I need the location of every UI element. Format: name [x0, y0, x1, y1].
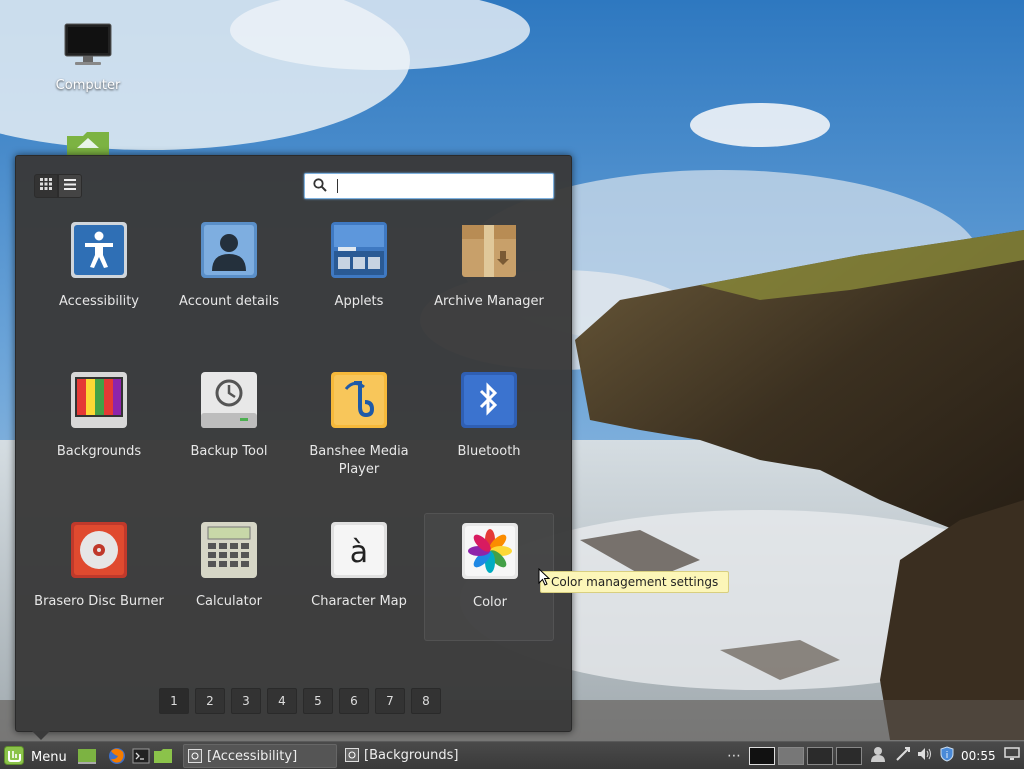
page-button-5[interactable]: 5: [303, 688, 333, 714]
app-label: Accessibility: [59, 294, 139, 309]
app-calculator[interactable]: Calculator: [164, 513, 294, 641]
color-icon: [461, 522, 519, 580]
app-applets[interactable]: Applets: [294, 213, 424, 341]
search-input[interactable]: [335, 176, 549, 196]
mint-logo-icon: [4, 746, 24, 769]
brasero-icon: [70, 521, 128, 579]
menu-label: Menu: [31, 750, 67, 765]
terminal-icon: [132, 748, 150, 769]
taskbar: Menu [Accessibility] [Backgrounds] ⋯ i 0…: [0, 741, 1024, 769]
app-label: Bluetooth: [457, 444, 521, 459]
text-caret: [337, 179, 338, 193]
app-banshee[interactable]: Banshee Media Player: [294, 363, 424, 491]
page-button-1[interactable]: 1: [159, 688, 189, 714]
application-menu: Accessibility Account details Applets Ar…: [15, 155, 572, 740]
workspace-4[interactable]: [836, 746, 862, 765]
launcher-show-desktop[interactable]: [77, 747, 96, 765]
list-view-button[interactable]: [58, 174, 82, 198]
svg-text:à: à: [350, 535, 368, 570]
app-accessibility[interactable]: Accessibility: [34, 213, 164, 341]
task-label: [Backgrounds]: [364, 747, 459, 763]
system-tray: ⋯ i 00:55: [727, 742, 1020, 769]
desktop-icon-computer[interactable]: Computer: [38, 22, 138, 93]
page-button-4[interactable]: 4: [267, 688, 297, 714]
app-label: Applets: [334, 294, 384, 309]
applets-icon: [330, 221, 388, 279]
update-shield-icon[interactable]: i: [939, 745, 955, 766]
workspace-1[interactable]: [749, 746, 775, 765]
app-backup-tool[interactable]: Backup Tool: [164, 363, 294, 491]
settings-window-icon: [188, 749, 202, 763]
task-accessibility[interactable]: [Accessibility]: [183, 744, 337, 768]
clock[interactable]: 00:55: [961, 749, 996, 763]
app-label: Archive Manager: [434, 294, 544, 309]
desktop-icon-label: Computer: [55, 78, 121, 93]
menu-button[interactable]: Menu: [4, 746, 67, 769]
app-account-details[interactable]: Account details: [164, 213, 294, 341]
computer-icon: [38, 22, 138, 72]
app-color[interactable]: Color: [424, 513, 554, 641]
app-brasero[interactable]: Brasero Disc Burner: [34, 513, 164, 641]
app-grid: Accessibility Account details Applets Ar…: [34, 213, 554, 653]
mouse-cursor-icon: [538, 567, 551, 590]
volume-icon[interactable]: [917, 746, 933, 766]
launcher-files[interactable]: [153, 747, 172, 765]
app-label: Banshee Media Player: [309, 444, 409, 477]
app-label: Brasero Disc Burner: [34, 594, 164, 609]
tooltip: Color management settings: [540, 571, 730, 593]
backup-icon: [200, 371, 258, 429]
app-archive-manager[interactable]: Archive Manager: [424, 213, 554, 341]
accessibility-icon: [70, 221, 128, 279]
firefox-icon: [108, 748, 126, 769]
calculator-icon: [200, 521, 258, 579]
task-backgrounds[interactable]: [Backgrounds]: [341, 744, 495, 766]
launcher-terminal[interactable]: [132, 747, 150, 765]
grid-icon: [40, 178, 52, 194]
page-navigation: 1 2 3 4 5 6 7 8: [159, 688, 447, 714]
app-label: Backgrounds: [56, 444, 142, 459]
app-label: Color: [473, 595, 507, 610]
settings-window-icon: [345, 748, 359, 762]
archive-icon: [460, 221, 518, 279]
launcher-firefox[interactable]: [108, 747, 126, 765]
page-button-3[interactable]: 3: [231, 688, 261, 714]
page-button-2[interactable]: 2: [195, 688, 225, 714]
more-dots-icon[interactable]: ⋯: [727, 748, 741, 764]
charmap-icon: à: [330, 521, 388, 579]
page-button-7[interactable]: 7: [375, 688, 405, 714]
bluetooth-icon: [460, 371, 518, 429]
workspace-2[interactable]: [778, 746, 804, 765]
grid-view-button[interactable]: [34, 174, 58, 198]
folder-icon: [153, 749, 173, 769]
app-label: Backup Tool: [190, 444, 268, 459]
display-icon[interactable]: [1003, 746, 1020, 765]
user-icon[interactable]: [871, 746, 885, 766]
backgrounds-icon: [70, 371, 128, 429]
task-label: [Accessibility]: [207, 748, 298, 764]
network-icon[interactable]: [895, 746, 911, 766]
view-mode-toggle: [34, 174, 82, 198]
page-button-8[interactable]: 8: [411, 688, 441, 714]
search-field[interactable]: [304, 173, 554, 199]
account-icon: [200, 221, 258, 279]
app-label: Calculator: [195, 594, 262, 609]
svg-text:i: i: [946, 751, 949, 761]
app-character-map[interactable]: à Character Map: [294, 513, 424, 641]
app-label: Character Map: [311, 594, 407, 609]
app-label: Account details: [179, 294, 279, 309]
workspace-3[interactable]: [807, 746, 833, 765]
app-backgrounds[interactable]: Backgrounds: [34, 363, 164, 491]
list-icon: [64, 178, 76, 194]
app-bluetooth[interactable]: Bluetooth: [424, 363, 554, 491]
search-icon: [313, 178, 327, 196]
banshee-icon: [330, 371, 388, 429]
show-desktop-icon: [77, 749, 97, 769]
page-button-6[interactable]: 6: [339, 688, 369, 714]
